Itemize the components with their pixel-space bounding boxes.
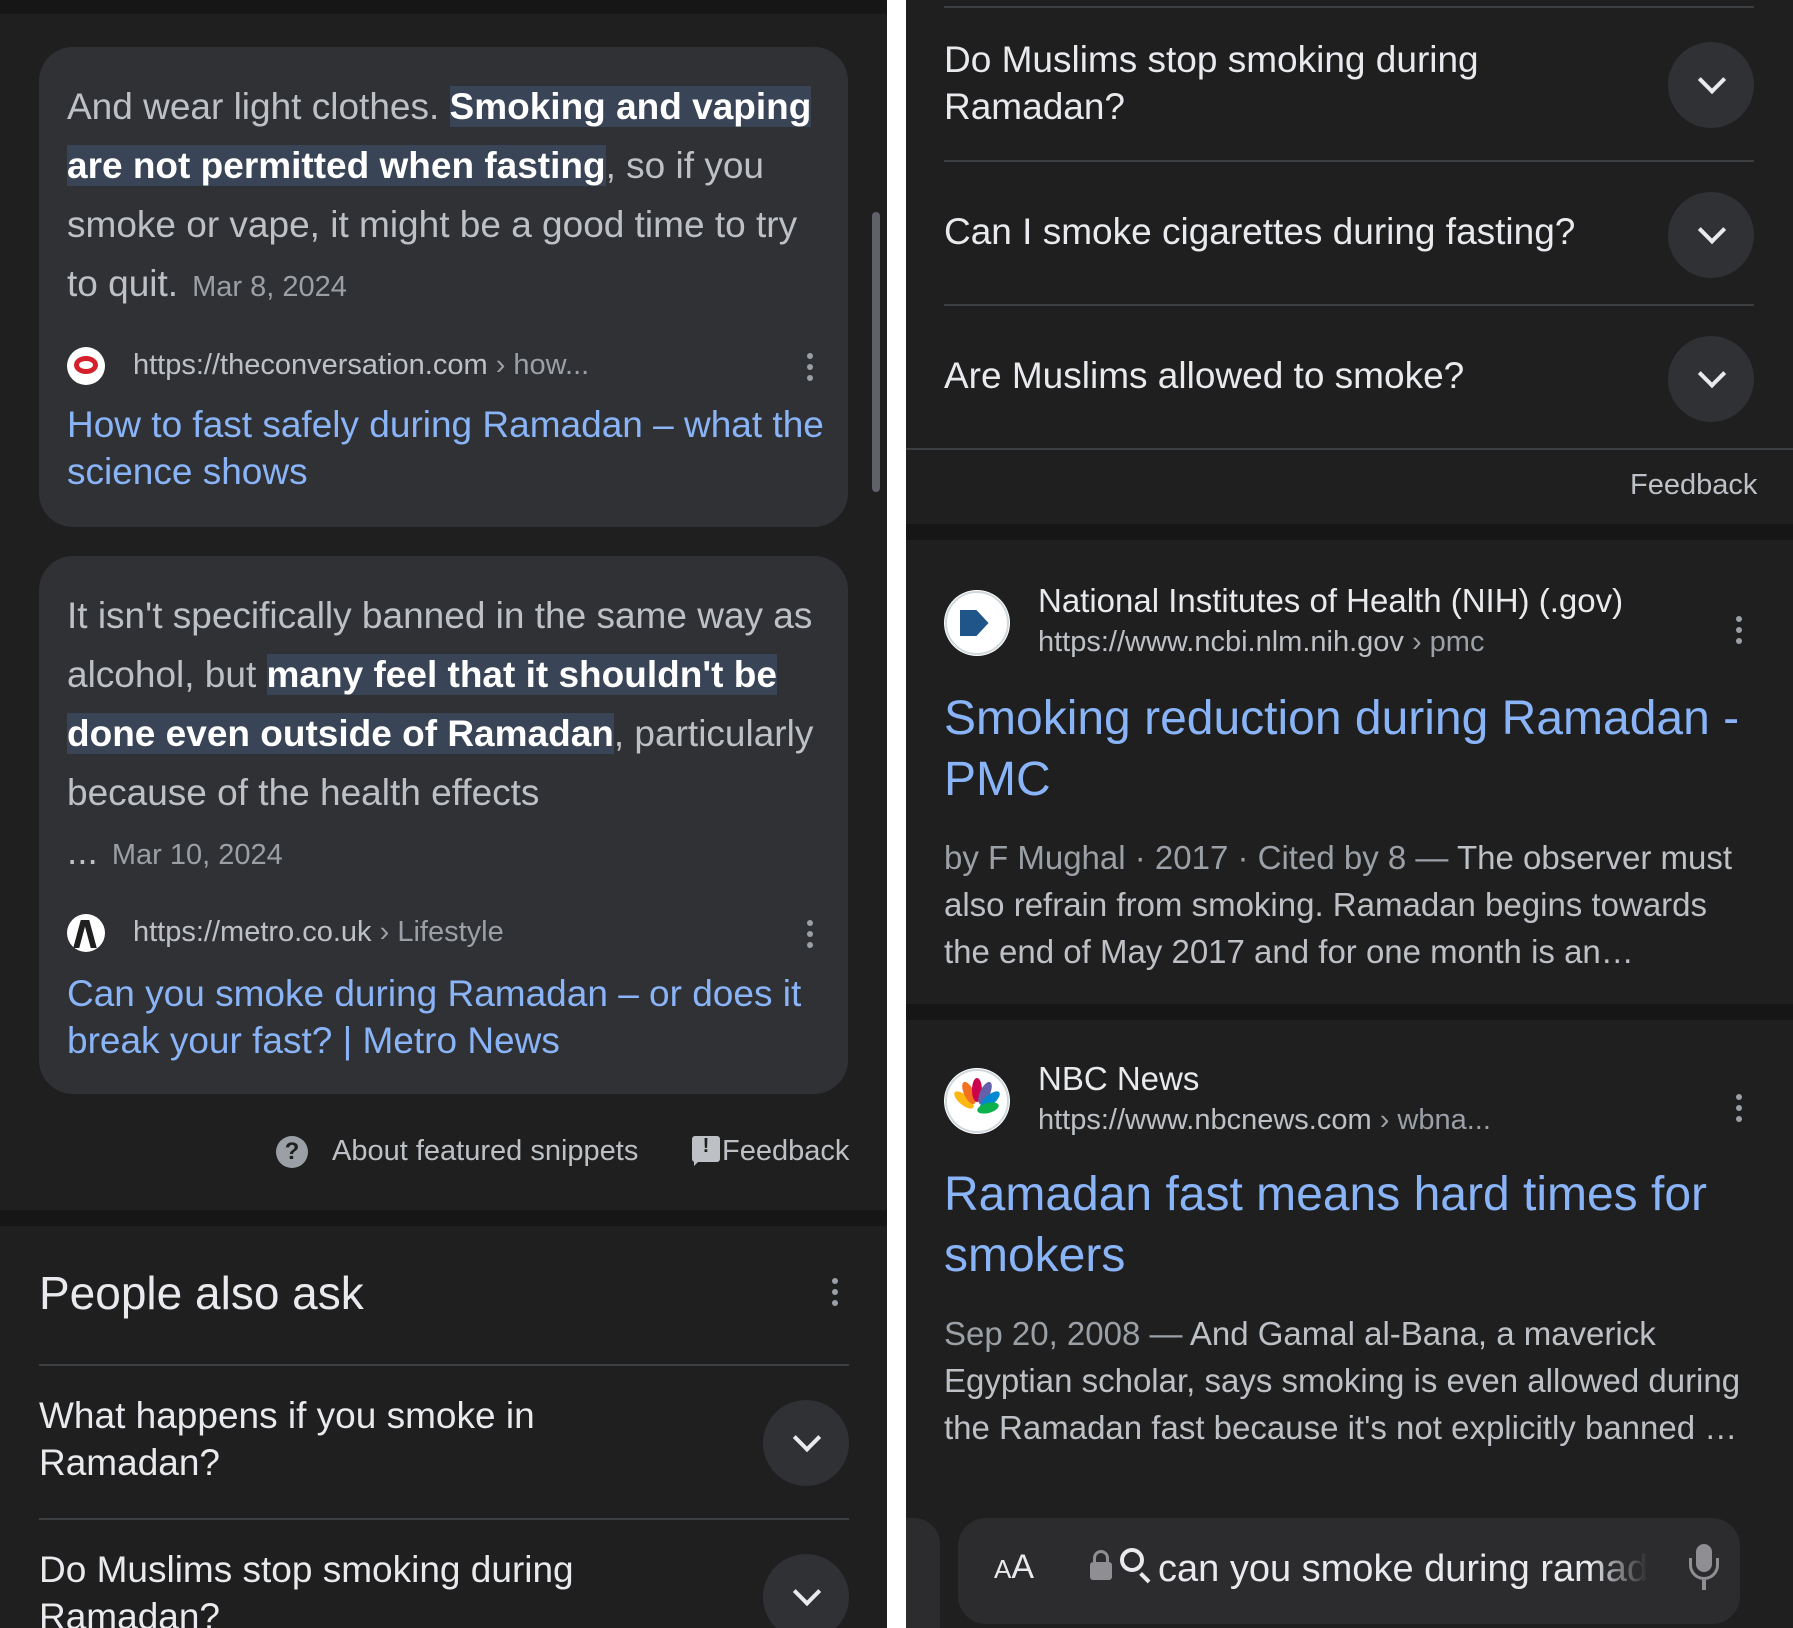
snippet-text: And wear light clothes. Smoking and vapi… bbox=[67, 77, 827, 317]
divider bbox=[39, 1364, 849, 1366]
result-title-link[interactable]: Can you smoke during Ramadan – or does i… bbox=[67, 970, 827, 1064]
conversation-favicon-icon bbox=[67, 347, 105, 385]
result-title-link[interactable]: Smoking reduction during Ramadan - PMC bbox=[944, 688, 1754, 810]
search-icon bbox=[1120, 1548, 1144, 1572]
snippet-footer: ? About featured snippets Feedback bbox=[276, 1132, 851, 1172]
right-panel: Do Muslims stop smoking during Ramadan? … bbox=[906, 0, 1793, 1628]
result-url[interactable]: https://www.nbcnews.com › wbna... bbox=[1038, 1104, 1491, 1137]
address-query-text[interactable]: can you smoke during ramadan bbox=[1158, 1548, 1648, 1591]
paa-question-text: Do Muslims stop smoking during Ramadan? bbox=[39, 1549, 574, 1628]
scrollbar-thumb[interactable] bbox=[872, 212, 880, 492]
chevron-down-icon[interactable] bbox=[763, 1400, 849, 1486]
nbc-peacock-icon bbox=[944, 1068, 1010, 1134]
result-crumb: › wbna... bbox=[1371, 1104, 1491, 1136]
paa-question[interactable]: Do Muslims stop smoking during Ramadan? bbox=[39, 1546, 849, 1628]
lock-icon bbox=[1090, 1550, 1112, 1580]
reader-options-button[interactable]: AA bbox=[994, 1548, 1034, 1587]
featured-snippet-card-1: And wear light clothes. Smoking and vapi… bbox=[39, 47, 848, 527]
paa-question[interactable]: Can I smoke cigarettes during fasting? bbox=[944, 188, 1754, 278]
result-domain: https://www.ncbi.nlm.nih.gov bbox=[1038, 626, 1404, 658]
more-vert-icon[interactable] bbox=[1724, 610, 1754, 650]
previous-tab-edge[interactable] bbox=[906, 1518, 940, 1628]
aa-small: A bbox=[994, 1554, 1012, 1584]
result-title-link[interactable]: How to fast safely during Ramadan – what… bbox=[67, 401, 827, 495]
chevron-down-icon[interactable] bbox=[1668, 42, 1754, 128]
result-url[interactable]: https://www.ncbi.nlm.nih.gov › pmc bbox=[1038, 626, 1484, 659]
nih-favicon-icon bbox=[944, 590, 1010, 656]
left-panel: And wear light clothes. Smoking and vapi… bbox=[0, 0, 887, 1628]
snippet-text-before: And wear light clothes. bbox=[67, 86, 450, 127]
snippet-ellipsis: ... bbox=[67, 831, 98, 872]
result-snippet: by F Mughal · 2017 · Cited by 8 — The ob… bbox=[944, 834, 1754, 975]
panel-gap bbox=[887, 0, 906, 1628]
aa-big: A bbox=[1011, 1548, 1035, 1586]
address-bar[interactable]: AA can you smoke during ramadan bbox=[958, 1518, 1740, 1624]
source-row[interactable]: https://metro.co.uk › Lifestyle bbox=[67, 914, 827, 954]
feedback-icon[interactable] bbox=[692, 1135, 720, 1166]
paa-question[interactable]: Do Muslims stop smoking during Ramadan? bbox=[944, 36, 1754, 146]
result-crumb: › pmc bbox=[1403, 626, 1485, 658]
about-featured-snippets-link[interactable]: About featured snippets bbox=[332, 1135, 638, 1168]
top-bar bbox=[0, 0, 887, 14]
source-domain: https://theconversation.com bbox=[133, 349, 488, 381]
chevron-down-icon[interactable] bbox=[1668, 336, 1754, 422]
browser-toolbar: AA can you smoke during ramadan bbox=[906, 1498, 1793, 1628]
divider bbox=[906, 448, 1793, 450]
more-vert-icon[interactable] bbox=[1724, 1088, 1754, 1128]
divider bbox=[39, 1518, 849, 1520]
divider bbox=[944, 304, 1754, 306]
snippet-date: Mar 10, 2024 bbox=[111, 839, 283, 871]
result-snippet: Sep 20, 2008 — And Gamal al-Bana, a mave… bbox=[944, 1310, 1754, 1451]
more-vert-icon[interactable] bbox=[820, 1272, 850, 1312]
more-vert-icon[interactable] bbox=[795, 914, 825, 954]
source-row[interactable]: https://theconversation.com › how... bbox=[67, 347, 827, 387]
result-site-name: National Institutes of Health (NIH) (.go… bbox=[1038, 582, 1624, 619]
source-crumb: › how... bbox=[487, 349, 590, 381]
divider bbox=[944, 160, 1754, 162]
chevron-down-icon[interactable] bbox=[1668, 192, 1754, 278]
source-url[interactable]: https://theconversation.com › how... bbox=[133, 349, 589, 382]
feedback-link[interactable]: Feedback bbox=[1630, 469, 1757, 502]
paa-question[interactable]: Are Muslims allowed to smoke? bbox=[944, 332, 1754, 422]
mic-icon[interactable] bbox=[1684, 1542, 1724, 1598]
result-title-link[interactable]: Ramadan fast means hard times for smoker… bbox=[944, 1164, 1754, 1286]
featured-snippet-card-2: It isn't specifically banned in the same… bbox=[39, 556, 848, 1094]
section-divider bbox=[906, 524, 1793, 540]
result-domain: https://www.nbcnews.com bbox=[1038, 1104, 1372, 1136]
source-url[interactable]: https://metro.co.uk › Lifestyle bbox=[133, 916, 504, 949]
snippet-text: It isn't specifically banned in the same… bbox=[67, 586, 827, 885]
chevron-down-icon[interactable] bbox=[763, 1554, 849, 1628]
result-site-name: NBC News bbox=[1038, 1060, 1200, 1097]
metro-favicon-icon bbox=[67, 914, 105, 952]
people-also-ask-heading: People also ask bbox=[39, 1267, 364, 1319]
paa-question-text: Can I smoke cigarettes during fasting? bbox=[944, 211, 1576, 252]
result-meta: by F Mughal · 2017 · Cited by 8 — bbox=[944, 839, 1457, 876]
more-vert-icon[interactable] bbox=[795, 347, 825, 387]
section-divider bbox=[906, 1004, 1793, 1020]
source-domain: https://metro.co.uk bbox=[133, 916, 372, 948]
paa-question-text: Are Muslims allowed to smoke? bbox=[944, 355, 1465, 396]
paa-question-text: Do Muslims stop smoking during Ramadan? bbox=[944, 39, 1479, 127]
help-icon[interactable]: ? bbox=[276, 1136, 308, 1168]
result-meta: Sep 20, 2008 — bbox=[944, 1315, 1190, 1352]
paa-question[interactable]: What happens if you smoke in Ramadan? bbox=[39, 1392, 849, 1512]
divider bbox=[944, 6, 1754, 8]
source-crumb: › Lifestyle bbox=[371, 916, 504, 948]
snippet-date: Mar 8, 2024 bbox=[192, 271, 347, 303]
section-divider bbox=[0, 1210, 887, 1226]
feedback-link[interactable]: Feedback bbox=[722, 1135, 849, 1168]
paa-question-text: What happens if you smoke in Ramadan? bbox=[39, 1395, 535, 1483]
